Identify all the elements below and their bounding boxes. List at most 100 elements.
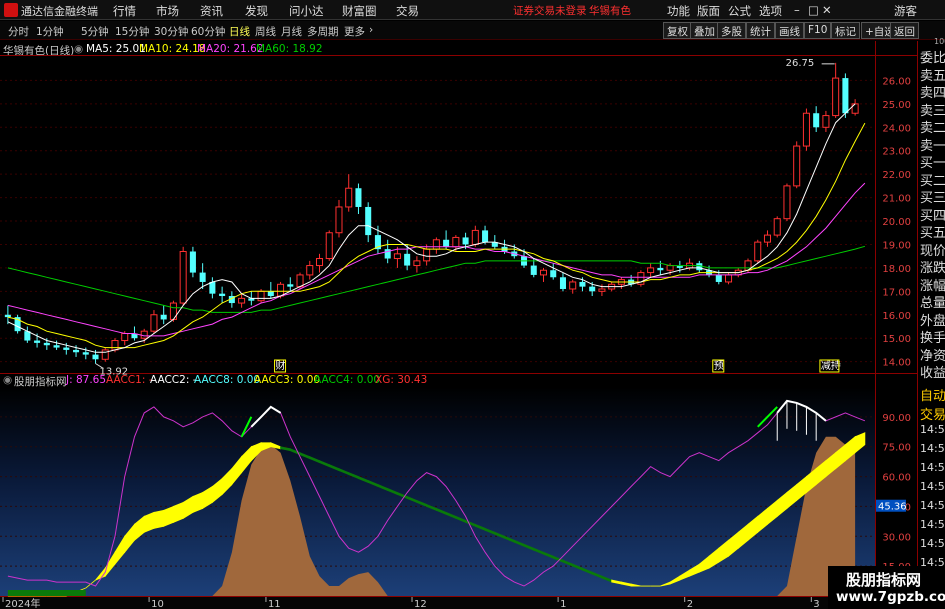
candle-body <box>482 230 489 243</box>
kline-chart[interactable]: 26.00 25.00 24.00 23.00 22.00 21.00 20.00 19.00… <box>0 41 917 609</box>
menu-market[interactable]: 行情 <box>113 3 136 19</box>
tab-more[interactable]: 更多 <box>344 24 365 39</box>
quote-field-label[interactable]: 卖三 <box>920 100 945 119</box>
menu-formula[interactable]: 公式 <box>728 3 751 19</box>
trade-time: 14:56 <box>920 518 945 531</box>
auto-trade-label[interactable]: 交易 <box>920 404 945 423</box>
candle-body <box>4 314 11 318</box>
candle-body <box>432 239 440 250</box>
menu-market-list[interactable]: 市场 <box>156 3 179 19</box>
tab-30min[interactable]: 30分钟 <box>154 24 188 39</box>
window-close-button[interactable]: ✕ <box>822 3 832 17</box>
menu-trade[interactable]: 交易 <box>396 3 419 19</box>
candle-body <box>539 269 548 276</box>
candle-body <box>647 267 655 274</box>
price-tick-label: 25.00 <box>882 100 911 111</box>
candle-body <box>559 277 566 289</box>
login-warning[interactable]: 证券交易未登录 <box>513 3 587 18</box>
quote-field-label[interactable]: 收益 <box>920 362 945 381</box>
window-maximize-button[interactable]: □ <box>808 3 819 17</box>
candle-body <box>287 284 294 287</box>
quote-field-label[interactable]: 总量 <box>920 292 945 311</box>
price-tick-label: 17.00 <box>882 287 911 298</box>
candle-body <box>783 185 791 220</box>
tab-monthly[interactable]: 月线 <box>281 24 302 39</box>
quote-field-label[interactable]: 买三 <box>920 187 945 206</box>
quote-field-label[interactable]: 委比 <box>920 47 945 66</box>
candle-body <box>404 253 411 266</box>
indicator-tick-label: 60.00 <box>882 473 911 484</box>
tab-5min[interactable]: 5分钟 <box>81 24 109 39</box>
menu-ask[interactable]: 问小达 <box>289 3 324 19</box>
mark-button[interactable]: 标记 <box>831 22 860 39</box>
draw-button[interactable]: 画线 <box>775 22 804 39</box>
candle-body <box>121 333 129 342</box>
candle-body <box>160 314 167 320</box>
quote-field-label[interactable]: 卖五 <box>920 65 945 84</box>
tab-weekly[interactable]: 周线 <box>255 24 276 39</box>
indicator-settings-icon[interactable]: ◉ <box>3 374 12 386</box>
candle-body <box>267 291 274 297</box>
window-minimize-button[interactable]: – <box>794 3 800 17</box>
tab-daily[interactable]: 日线 <box>229 24 250 39</box>
quote-field-label[interactable]: 涨幅 <box>920 275 945 294</box>
candle-body <box>325 232 333 260</box>
quote-field-label[interactable]: 卖一 <box>920 135 945 154</box>
multi-stock-button[interactable]: 多股 <box>717 22 746 39</box>
tab-1min[interactable]: 1分钟 <box>36 24 64 39</box>
indicator-tick-label: 90.00 <box>882 413 911 424</box>
candle-body <box>140 330 148 339</box>
stats-button[interactable]: 统计 <box>746 22 775 39</box>
tab-60min[interactable]: 60分钟 <box>191 24 225 39</box>
tab-multi-period[interactable]: 多周期 <box>307 24 339 39</box>
guest-label[interactable]: 游客 <box>894 3 917 19</box>
adjust-button[interactable]: 复权 <box>663 22 692 39</box>
candle-body <box>150 314 158 332</box>
candle-body <box>452 236 460 248</box>
overlay-button[interactable]: 叠加 <box>690 22 719 39</box>
quote-field-label[interactable]: 买五 <box>920 222 945 241</box>
quote-field-label[interactable]: 换手 <box>920 327 945 346</box>
price-tick-label: 22.00 <box>882 170 911 181</box>
quote-field-label[interactable]: 卖四 <box>920 82 945 101</box>
candle-body <box>657 267 664 271</box>
menu-discover[interactable]: 发现 <box>245 3 268 19</box>
candle-body <box>802 112 810 147</box>
quote-field-label[interactable]: 涨跌 <box>920 257 945 276</box>
candle-body <box>199 272 206 282</box>
candle-body <box>569 281 577 290</box>
tab-15min[interactable]: 15分钟 <box>115 24 149 39</box>
candle-body <box>393 253 401 260</box>
quote-field-label[interactable]: 买二 <box>920 170 945 189</box>
date-label: 10 <box>151 599 164 609</box>
trade-time: 14:56 <box>920 480 945 493</box>
quote-field-label[interactable]: 卖二 <box>920 117 945 136</box>
quote-field-label[interactable]: 净资 <box>920 345 945 364</box>
chevron-right-icon[interactable]: › <box>369 24 373 36</box>
event-marker: 预 <box>714 360 724 372</box>
app-logo-icon <box>4 3 18 17</box>
indicator-tick-label: 75.00 <box>882 443 911 454</box>
indicator-aacc3: AACC3: 0.00 <box>254 374 321 386</box>
date-label: 1 <box>560 599 566 609</box>
menu-layout[interactable]: 版面 <box>697 3 720 19</box>
menu-function[interactable]: 功能 <box>667 3 690 19</box>
quote-field-label[interactable]: 现价 <box>920 240 945 259</box>
auto-trade-label[interactable]: 自动 <box>920 385 945 404</box>
quote-field-label[interactable]: 买一 <box>920 152 945 171</box>
price-tick-label: 26.00 <box>882 76 911 87</box>
candle-body <box>73 349 80 353</box>
menu-options[interactable]: 选项 <box>759 3 782 19</box>
candle-body <box>111 340 119 351</box>
quote-field-label[interactable]: 外盘 <box>920 310 945 329</box>
candle-body <box>179 250 187 304</box>
quote-field-label[interactable]: 买四 <box>920 205 945 224</box>
menu-news[interactable]: 资讯 <box>200 3 223 19</box>
candle-body <box>306 265 314 276</box>
f10-button[interactable]: F10 <box>804 22 832 39</box>
price-tick-label: 19.00 <box>882 240 911 251</box>
tab-intraday[interactable]: 分时 <box>8 24 29 39</box>
menu-wealth[interactable]: 财富圈 <box>342 3 377 19</box>
back-button[interactable]: 返回 <box>890 22 919 39</box>
indicator-title: ◉ 股朋指标网 J: 87.65 AACC1: - AACC2: - AACC8… <box>0 373 875 388</box>
